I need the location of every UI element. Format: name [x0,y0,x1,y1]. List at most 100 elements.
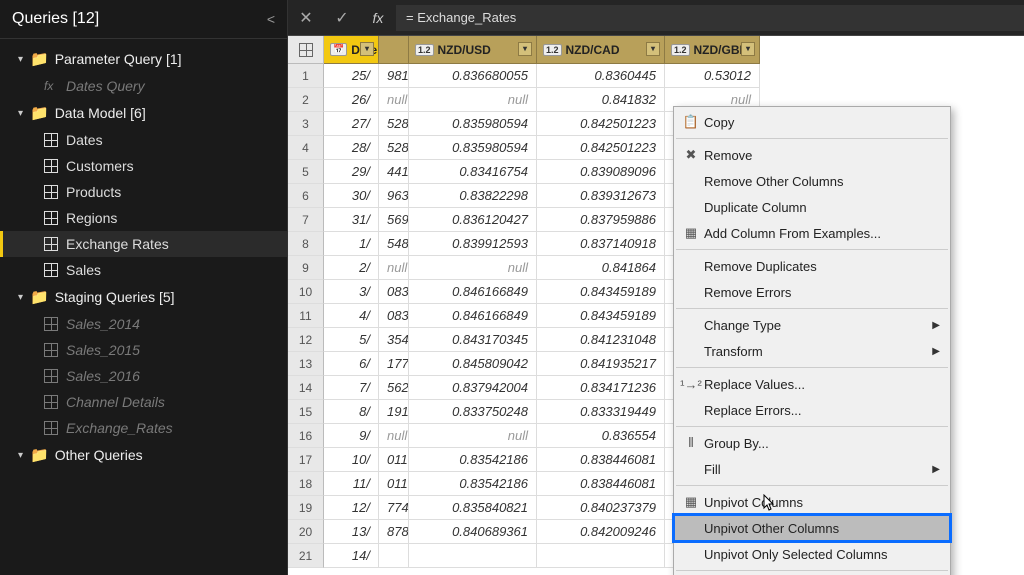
tree-group[interactable]: ▾📁Data Model [6] [0,99,287,127]
menu-item[interactable]: ¹→²Replace Values... [674,371,950,397]
row-number[interactable]: 13 [288,352,324,376]
cell[interactable]: 011 [379,472,409,496]
column-header[interactable]: 1.2NZD/GBP▾ [665,36,760,64]
cell[interactable]: 11/ [324,472,379,496]
cell[interactable] [379,544,409,568]
tree-item[interactable]: Regions [0,205,287,231]
cell[interactable]: 441 [379,160,409,184]
cell[interactable]: 2/ [324,256,379,280]
cell[interactable]: 28/ [324,136,379,160]
select-all-corner[interactable] [288,36,324,64]
menu-item[interactable]: Unpivot Other Columns [674,515,950,541]
cell[interactable]: 0.833750248 [409,400,537,424]
cell[interactable]: 4/ [324,304,379,328]
fx-icon[interactable]: fx [360,10,396,26]
cell[interactable]: null [409,424,537,448]
menu-item[interactable]: Transform▶ [674,338,950,364]
tree-item[interactable]: Sales_2014 [0,311,287,337]
cell[interactable]: 31/ [324,208,379,232]
tree-item[interactable]: Channel Details [0,389,287,415]
row-number[interactable]: 12 [288,328,324,352]
cell[interactable]: 083 [379,280,409,304]
formula-input[interactable] [396,5,1024,31]
menu-item[interactable]: ▦Unpivot Columns [674,489,950,515]
menu-item[interactable]: Remove Duplicates [674,253,950,279]
menu-item[interactable]: Duplicate Column [674,194,950,220]
menu-item[interactable]: Change Type▶ [674,312,950,338]
filter-dropdown-icon[interactable]: ▾ [360,42,374,56]
row-number[interactable]: 18 [288,472,324,496]
menu-item[interactable]: Replace Errors... [674,397,950,423]
cell[interactable]: 528 [379,112,409,136]
tree-item[interactable]: Dates [0,127,287,153]
cell[interactable]: 27/ [324,112,379,136]
formula-cancel-button[interactable]: ✕ [288,8,324,28]
cell[interactable]: 0.83416754 [409,160,537,184]
row-number[interactable]: 2 [288,88,324,112]
tree-item[interactable]: Sales [0,257,287,283]
cell[interactable]: 0.838446081 [537,448,665,472]
tree-item[interactable]: Exchange_Rates [0,415,287,441]
column-header[interactable]: 📅Date▾ [324,36,379,64]
cell[interactable]: 0.842009246 [537,520,665,544]
row-number[interactable]: 5 [288,160,324,184]
cell[interactable]: 0.834171236 [537,376,665,400]
collapse-sidebar-icon[interactable]: < [267,11,275,27]
cell[interactable]: 0.843459189 [537,304,665,328]
filter-dropdown-icon[interactable]: ▾ [646,42,660,56]
cell[interactable]: 8/ [324,400,379,424]
cell[interactable]: 26/ [324,88,379,112]
menu-item[interactable]: ▦Add Column From Examples... [674,220,950,246]
menu-item[interactable]: Fill▶ [674,456,950,482]
cell[interactable]: 1/ [324,232,379,256]
cell[interactable]: 0.835980594 [409,136,537,160]
row-number[interactable]: 17 [288,448,324,472]
cell[interactable]: null [379,424,409,448]
row-number[interactable]: 3 [288,112,324,136]
filter-dropdown-icon[interactable]: ▾ [741,42,755,56]
cell[interactable]: null [379,88,409,112]
tree-item[interactable]: Products [0,179,287,205]
cell[interactable]: 0.845809042 [409,352,537,376]
tree-item[interactable]: fxDates Query [0,73,287,99]
cell[interactable]: 0.841864 [537,256,665,280]
row-number[interactable]: 15 [288,400,324,424]
cell[interactable]: 0.846166849 [409,304,537,328]
row-number[interactable]: 14 [288,376,324,400]
cell[interactable]: 0.842501223 [537,112,665,136]
cell[interactable]: 0.83542186 [409,472,537,496]
row-number[interactable]: 8 [288,232,324,256]
cell[interactable]: 569 [379,208,409,232]
row-number[interactable]: 16 [288,424,324,448]
cell[interactable]: 0.833319449 [537,400,665,424]
menu-item[interactable]: Unpivot Only Selected Columns [674,541,950,567]
cell[interactable]: 981 [379,64,409,88]
cell[interactable]: 0.53012 [665,64,760,88]
cell[interactable]: 13/ [324,520,379,544]
column-header[interactable]: 1.2NZD/CAD▾ [537,36,665,64]
cell[interactable]: null [379,256,409,280]
cell[interactable]: 083 [379,304,409,328]
cell[interactable]: 354 [379,328,409,352]
cell[interactable]: 528 [379,136,409,160]
cell[interactable] [537,544,665,568]
formula-commit-button[interactable]: ✓ [324,8,360,28]
menu-item[interactable]: Remove Errors [674,279,950,305]
cell[interactable]: 0.836120427 [409,208,537,232]
cell[interactable]: 774 [379,496,409,520]
menu-item[interactable]: Remove Other Columns [674,168,950,194]
tree-item[interactable]: Exchange Rates [0,231,287,257]
cell[interactable]: 7/ [324,376,379,400]
cell[interactable]: 0.841832 [537,88,665,112]
row-number[interactable]: 11 [288,304,324,328]
row-number[interactable]: 20 [288,520,324,544]
tree-group[interactable]: ▾📁Parameter Query [1] [0,45,287,73]
cell[interactable]: 0.835980594 [409,112,537,136]
cell[interactable]: 191 [379,400,409,424]
cell[interactable]: 6/ [324,352,379,376]
cell[interactable]: 0.83822298 [409,184,537,208]
cell[interactable]: 0.842501223 [537,136,665,160]
menu-item[interactable]: 📋Copy [674,109,950,135]
cell[interactable]: 0.840689361 [409,520,537,544]
cell[interactable]: 0.841231048 [537,328,665,352]
